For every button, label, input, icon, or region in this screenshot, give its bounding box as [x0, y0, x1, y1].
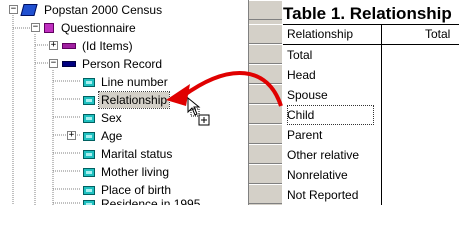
item-icon [83, 149, 95, 159]
tree-node-person-record[interactable]: Person Record [62, 55, 164, 73]
id-record-icon [62, 43, 76, 49]
stub-header[interactable]: Relationship [287, 24, 353, 44]
table-title[interactable]: Table 1. Relationship [283, 4, 452, 24]
row-header-cell[interactable] [249, 144, 282, 164]
item-icon [83, 131, 95, 141]
row-header-cell[interactable] [249, 184, 282, 204]
item-icon [83, 95, 95, 105]
book-icon [22, 3, 38, 17]
tree-item-label: Mother living [101, 165, 170, 179]
id-items-expand-toggle[interactable]: + [49, 41, 58, 50]
tree-item-label: Age [101, 129, 123, 143]
row-header-cell[interactable] [249, 84, 282, 104]
age-expand-toggle[interactable]: + [67, 131, 76, 140]
tree-item-age[interactable]: Age [83, 127, 124, 145]
item-icon [83, 77, 95, 87]
row-header-cell[interactable] [249, 124, 282, 144]
tree-item-residence-1995[interactable]: Residence in 1995 [83, 195, 202, 205]
tree-item-relationship[interactable]: Relationship [83, 91, 171, 109]
tree-item-label: Relationship [97, 91, 171, 109]
item-icon [83, 199, 95, 205]
level-icon [43, 22, 55, 34]
tree-item-mother-living[interactable]: Mother living [83, 163, 171, 181]
tree-node-id-items-label: (Id Items) [82, 39, 133, 53]
stub-other-relative[interactable]: Other relative [287, 145, 359, 165]
tree-node-root[interactable]: Popstan 2000 Census [22, 1, 164, 19]
tree-node-root-label: Popstan 2000 Census [44, 3, 163, 17]
dictionary-tree-pane[interactable]: − − + − + Popstan 2000 Census Questionna… [0, 0, 249, 205]
tree-node-questionnaire[interactable]: Questionnaire [43, 19, 138, 37]
row-header-cell[interactable] [249, 0, 282, 20]
questionnaire-collapse-toggle[interactable]: − [31, 23, 40, 32]
tree-node-questionnaire-label: Questionnaire [61, 21, 136, 35]
row-header-cell[interactable] [249, 64, 282, 84]
item-icon [83, 113, 95, 123]
row-header-cell[interactable] [249, 104, 282, 124]
table-layout-pane[interactable]: Table 1. Relationship Relationship Total… [249, 0, 459, 205]
item-icon [83, 167, 95, 177]
stub-nonrelative[interactable]: Nonrelative [287, 165, 348, 185]
tree-item-label: Residence in 1995 [101, 197, 201, 205]
stub-spouse[interactable]: Spouse [287, 85, 328, 105]
tree-node-person-record-label: Person Record [82, 57, 163, 71]
record-icon [62, 61, 76, 67]
tree-node-id-items[interactable]: (Id Items) [62, 37, 135, 55]
tree-item-line-number[interactable]: Line number [83, 73, 170, 91]
stub-child[interactable]: Child [287, 105, 375, 125]
stub-column-divider [381, 24, 382, 205]
tree-item-marital-status[interactable]: Marital status [83, 145, 174, 163]
tree-item-sex[interactable]: Sex [83, 109, 124, 127]
tree-item-label: Sex [101, 111, 122, 125]
stub-head[interactable]: Head [287, 65, 316, 85]
stub-parent[interactable]: Parent [287, 125, 322, 145]
row-header-cell[interactable] [249, 44, 282, 64]
column-header-total[interactable]: Total [425, 24, 450, 44]
tree-item-label: Marital status [101, 147, 173, 161]
stub-not-reported[interactable]: Not Reported [287, 185, 358, 205]
item-icon [83, 185, 95, 195]
stub-total[interactable]: Total [287, 45, 312, 65]
root-collapse-toggle[interactable]: − [9, 5, 18, 14]
row-header-column [249, 0, 282, 205]
row-header-cell[interactable] [249, 24, 282, 44]
row-header-cell[interactable] [249, 164, 282, 184]
tree-item-label: Line number [101, 75, 168, 89]
person-record-collapse-toggle[interactable]: − [49, 59, 58, 68]
